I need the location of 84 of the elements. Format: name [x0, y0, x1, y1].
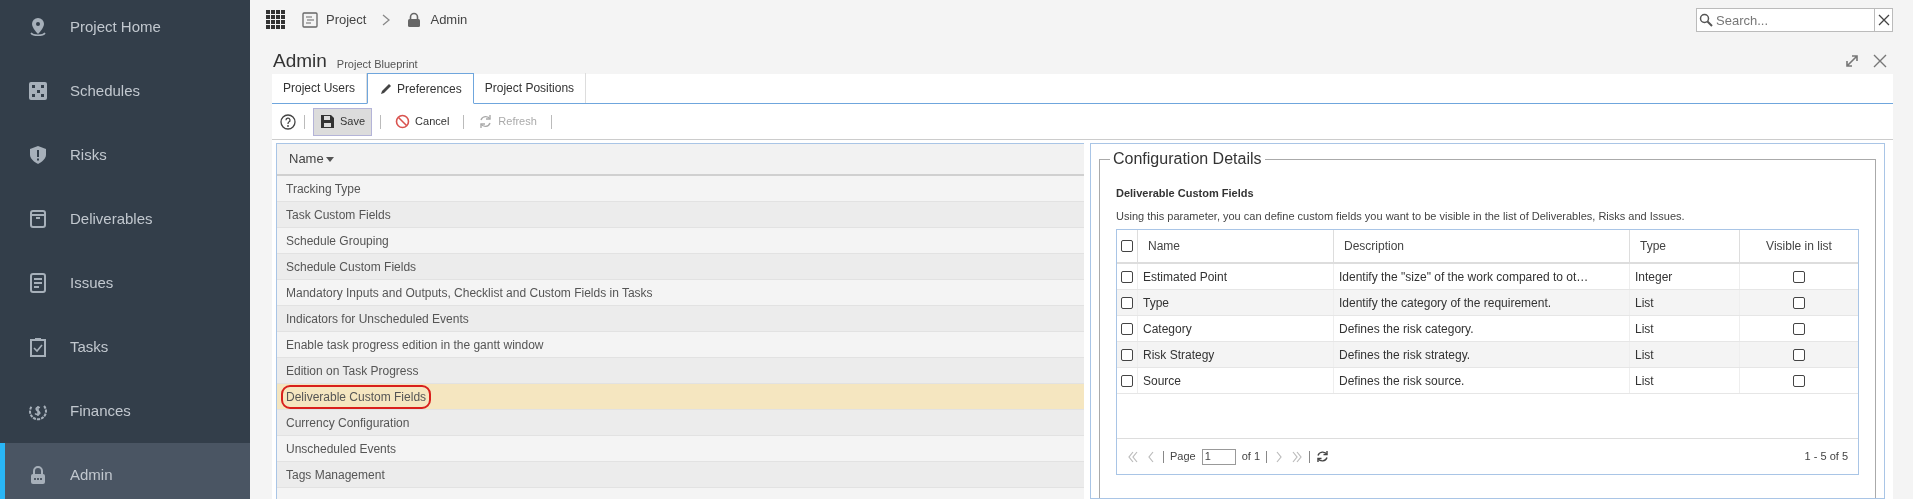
checkbox[interactable] — [1121, 374, 1133, 387]
table-cell: Defines the risk strategy. — [1333, 342, 1629, 367]
close-icon[interactable] — [1873, 54, 1887, 68]
checkbox[interactable] — [1793, 348, 1805, 361]
clipboard-check-icon — [28, 337, 48, 357]
checkbox[interactable] — [1121, 348, 1133, 361]
cancel-icon — [395, 114, 411, 129]
table-cell: Risk Strategy — [1137, 342, 1333, 367]
section-description: Using this parameter, you can define custom fields you want to be visible in the list of Deliverables, Risks and Issues. — [1116, 208, 1686, 224]
table-cell: Defines the risk source. — [1333, 368, 1629, 393]
sidebar-item[interactable]: Schedules — [0, 59, 250, 123]
breadcrumb-link[interactable]: Admin — [406, 10, 468, 30]
document-icon — [302, 12, 318, 28]
sidebar-item[interactable]: Risks — [0, 123, 250, 187]
location-pin-icon — [28, 17, 48, 37]
list-item[interactable]: Tags Management — [277, 462, 1084, 488]
cancel-button[interactable]: Cancel — [389, 107, 456, 136]
search-icon — [1699, 13, 1713, 27]
checkbox[interactable] — [1121, 240, 1133, 252]
close-icon — [1877, 14, 1890, 26]
pencil-icon — [379, 81, 394, 96]
checkbox[interactable] — [1793, 270, 1805, 283]
table-cell: List — [1629, 342, 1739, 367]
column-header[interactable]: Visible in list — [1739, 230, 1858, 262]
table-cell: Source — [1137, 368, 1333, 393]
breadcrumb-link[interactable]: Project — [302, 10, 367, 30]
save-button[interactable]: Save — [313, 107, 373, 136]
list-item[interactable]: Currency Configuration — [277, 410, 1084, 436]
padlock-icon — [28, 465, 48, 485]
document-icon — [28, 273, 48, 293]
checkbox[interactable] — [1793, 322, 1805, 335]
page-input[interactable]: 1 — [1201, 448, 1236, 465]
checkbox[interactable] — [1121, 270, 1133, 283]
table-cell: Type — [1137, 290, 1333, 315]
sidebar-item[interactable]: Project Home — [0, 0, 250, 59]
page-subtitle: Project Blueprint — [336, 59, 418, 70]
checkbox[interactable] — [1121, 322, 1133, 335]
table-cell: List — [1629, 368, 1739, 393]
list-item[interactable]: Schedule Custom Fields — [277, 254, 1084, 280]
page-count: of 1 — [1241, 449, 1261, 465]
list-item[interactable]: Deliverable Custom Fields — [277, 384, 1084, 410]
table-cell: Defines the risk category. — [1333, 316, 1629, 341]
table-cell: Identify the "size" of the work compared to ot… — [1333, 264, 1629, 289]
expand-icon[interactable] — [1845, 54, 1859, 68]
sidebar-item[interactable]: Deliverables — [0, 187, 250, 251]
apps-grid-icon[interactable] — [266, 10, 286, 30]
archive-box-icon — [28, 209, 48, 229]
page-label: Page — [1170, 449, 1196, 465]
checkbox[interactable] — [1121, 296, 1133, 309]
table-cell: Category — [1137, 316, 1333, 341]
help-icon[interactable] — [280, 113, 296, 130]
table-cell: Integer — [1629, 264, 1739, 289]
table-cell: Identify the category of the requirement. — [1333, 290, 1629, 315]
section-heading: Deliverable Custom Fields — [1116, 186, 1255, 201]
column-header[interactable]: Description — [1333, 230, 1629, 262]
shield-icon — [28, 145, 48, 165]
column-header[interactable]: Name — [1137, 230, 1333, 262]
sidebar-item[interactable]: Admin — [0, 443, 250, 499]
tab[interactable]: Project Positions — [473, 73, 587, 103]
table-cell: List — [1629, 290, 1739, 315]
first-page-icon — [1127, 450, 1139, 463]
sidebar-item[interactable]: Issues — [0, 251, 250, 315]
refresh-icon[interactable] — [1316, 450, 1330, 463]
table-cell: Estimated Point — [1137, 264, 1333, 289]
column-header[interactable]: Type — [1629, 230, 1739, 262]
clear-button[interactable] — [1875, 8, 1893, 32]
checkbox[interactable] — [1793, 296, 1805, 309]
table-cell: List — [1629, 316, 1739, 341]
list-item[interactable]: Edition on Task Progress — [277, 358, 1084, 384]
search-field[interactable]: Search... — [1696, 8, 1875, 32]
checkbox[interactable] — [1793, 374, 1805, 387]
sidebar-item[interactable]: Finances — [0, 379, 250, 443]
sort-caret-icon — [325, 156, 334, 162]
padlock-icon — [406, 12, 423, 28]
last-page-icon — [1291, 450, 1304, 463]
list-item[interactable]: Indicators for Unscheduled Events — [277, 306, 1084, 332]
sidebar-item[interactable]: Tasks — [0, 315, 250, 379]
calendar-grid-icon — [28, 81, 48, 101]
page-title: Admin — [273, 51, 327, 70]
list-item[interactable]: Task Custom Fields — [277, 202, 1084, 228]
pager-summary: 1 - 5 of 5 — [1804, 449, 1848, 465]
refresh-icon — [478, 114, 494, 129]
tab[interactable]: Preferences — [367, 73, 474, 104]
chevron-right-icon — [382, 14, 391, 26]
